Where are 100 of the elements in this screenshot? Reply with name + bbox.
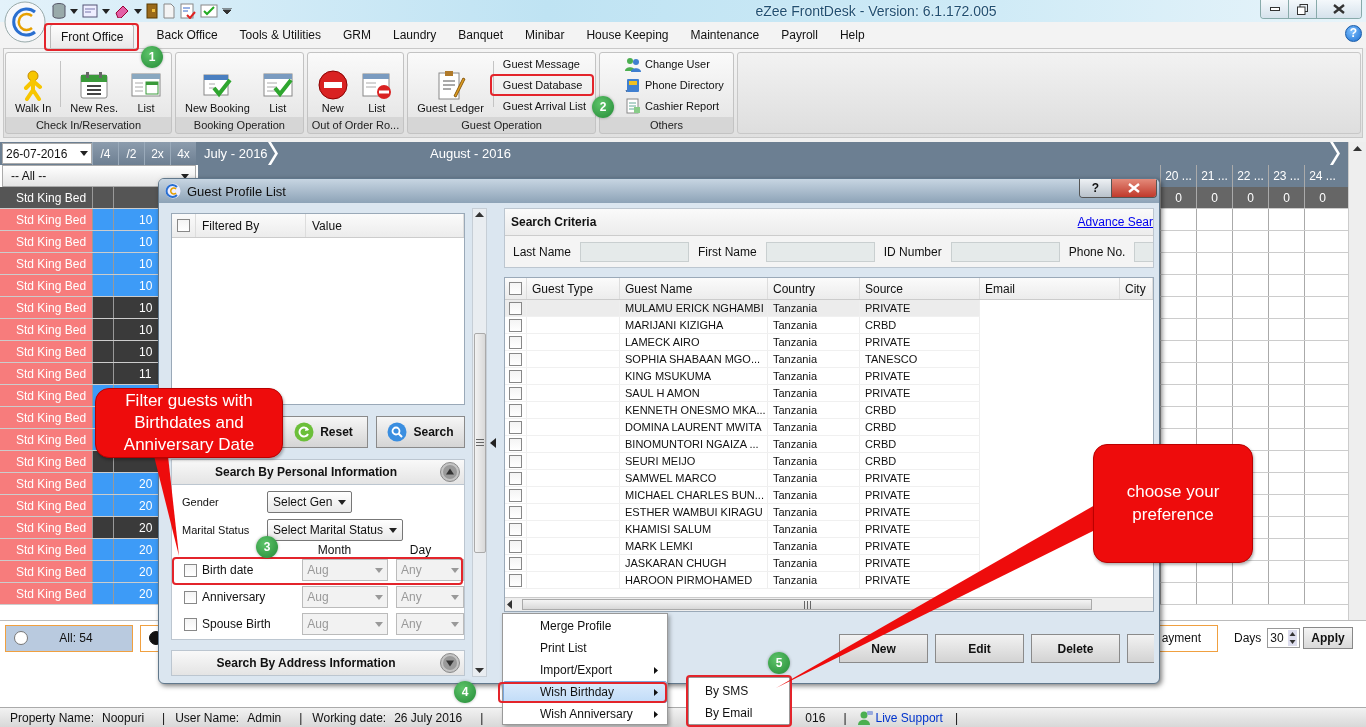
checkbox[interactable]: [509, 573, 522, 587]
table-row[interactable]: DOMINA LAURENT MWITA Tanzania CRBD: [505, 419, 980, 436]
table-row[interactable]: KENNETH ONESMO MKA... Tanzania CRBD: [505, 402, 980, 419]
app-logo[interactable]: [4, 1, 46, 43]
table-row[interactable]: MULAMU ERICK NGHAMBI Tanzania PRIVATE: [505, 300, 980, 317]
checkbox[interactable]: [177, 219, 190, 232]
menu-tab[interactable]: Banquet: [458, 28, 504, 42]
menu-tab[interactable]: Laundry: [392, 28, 437, 42]
collapse-icon[interactable]: [440, 462, 460, 482]
menu-tab[interactable]: Maintenance: [690, 28, 760, 42]
action-button[interactable]: Delete: [1031, 634, 1120, 663]
checklist-icon[interactable]: [200, 4, 218, 18]
close-button[interactable]: [1112, 179, 1156, 197]
checkbox[interactable]: [509, 352, 522, 366]
expand-icon[interactable]: [440, 653, 460, 673]
advance-search-link[interactable]: Advance Sear: [1077, 215, 1153, 229]
date-dropdown[interactable]: 26-07-2016: [2, 143, 92, 164]
menu-tab[interactable]: House Keeping: [586, 28, 669, 42]
table-row[interactable]: MARIJANI KIZIGHA Tanzania CRBD: [505, 317, 980, 334]
menu-item[interactable]: Merge Profile: [503, 615, 667, 637]
checkbox[interactable]: [509, 488, 522, 502]
scroll-thumb[interactable]: [473, 332, 486, 553]
checkbox[interactable]: [509, 403, 522, 417]
status-filter[interactable]: All: 54: [5, 624, 133, 652]
menu-tab[interactable]: Help: [839, 28, 865, 42]
menu-tab[interactable]: Minibar: [525, 28, 565, 42]
restore-button[interactable]: [1289, 0, 1317, 18]
ribbon-button[interactable]: Cashier Report: [621, 97, 723, 115]
checkbox[interactable]: [509, 505, 522, 519]
ribbon-button[interactable]: Walk In: [9, 69, 58, 115]
up-arrow-icon[interactable]: [1353, 146, 1362, 151]
checkbox[interactable]: [509, 471, 522, 485]
table-row[interactable]: KING MSUKUMA Tanzania PRIVATE: [505, 368, 980, 385]
caret-icon[interactable]: [222, 8, 232, 14]
menu-tab[interactable]: Back Office: [156, 28, 218, 42]
menu-item[interactable]: By Email: [692, 702, 786, 724]
radio-button[interactable]: [14, 631, 28, 645]
menu-item[interactable]: Wish Anniversary: [503, 703, 667, 725]
ribbon-button[interactable]: Guest Arrival List: [498, 97, 590, 115]
page-icon[interactable]: [162, 3, 176, 19]
ribbon-button[interactable]: Phone Directory: [621, 76, 728, 94]
menu-item[interactable]: Import/Export: [503, 659, 667, 681]
input-field[interactable]: [950, 241, 1060, 262]
checkbox[interactable]: [509, 454, 522, 468]
menu-tab[interactable]: Payroll: [781, 28, 818, 42]
checkbox[interactable]: [509, 369, 522, 383]
ribbon-button[interactable]: New Res.: [64, 69, 124, 115]
table-row[interactable]: KHAMISI SALUM Tanzania PRIVATE: [505, 521, 980, 538]
action-button[interactable]: Edit: [935, 634, 1024, 663]
ribbon-button[interactable]: List: [123, 69, 168, 115]
menu-item[interactable]: Print List: [503, 637, 667, 659]
search-button[interactable]: Search: [376, 416, 465, 448]
checkbox[interactable]: [509, 301, 522, 315]
menu-tab[interactable]: Tools & Utilities: [239, 28, 321, 42]
document-check-icon[interactable]: [180, 3, 196, 19]
zoom-button[interactable]: /2: [118, 142, 144, 165]
help-button[interactable]: ?: [1080, 179, 1112, 197]
checkbox[interactable]: [509, 420, 522, 434]
left-arrow-icon[interactable]: [507, 600, 512, 609]
book-icon[interactable]: [146, 3, 158, 19]
eraser-icon[interactable]: [114, 4, 130, 18]
table-row[interactable]: MARK LEMKI Tanzania PRIVATE: [505, 538, 980, 555]
scroll-thumb[interactable]: [522, 599, 1092, 610]
window-icon[interactable]: [82, 4, 98, 18]
table-row[interactable]: LAMECK AIRO Tanzania PRIVATE: [505, 334, 980, 351]
input-field[interactable]: [580, 241, 690, 262]
table-row[interactable]: SAMWEL MARCO Tanzania PRIVATE: [505, 470, 980, 487]
down-arrow-icon[interactable]: [475, 668, 485, 673]
checkbox[interactable]: [509, 282, 522, 295]
dropdown[interactable]: Select Marital Status: [267, 519, 404, 541]
ribbon-button[interactable]: Change User: [621, 55, 714, 73]
up-arrow-icon[interactable]: [475, 212, 485, 217]
close-button[interactable]: [1317, 0, 1361, 18]
ribbon-button[interactable]: Guest Message: [498, 55, 584, 73]
checkbox[interactable]: [509, 318, 522, 332]
checkbox[interactable]: [509, 335, 522, 349]
days-spinner[interactable]: 30: [1267, 628, 1301, 648]
table-row[interactable]: SOPHIA SHABAAN MGO... Tanzania TANESCO: [505, 351, 980, 368]
collapse-arrow-icon[interactable]: [490, 437, 497, 448]
apply-button[interactable]: Apply: [1303, 627, 1353, 649]
checkbox[interactable]: [509, 556, 522, 570]
menu-tab[interactable]: Front Office: [50, 24, 135, 48]
table-row[interactable]: JASKARAN CHUGH Tanzania PRIVATE: [505, 555, 980, 572]
ribbon-button[interactable]: New Booking: [178, 69, 256, 115]
table-row[interactable]: SEURI MEIJO Tanzania CRBD: [505, 453, 980, 470]
scrollbar[interactable]: [505, 597, 1153, 611]
table-row[interactable]: ESTHER WAMBUI KIRAGU Tanzania PRIVATE: [505, 504, 980, 521]
menu-item[interactable]: By SMS: [692, 680, 786, 702]
ribbon-button[interactable]: Guest Ledger: [411, 69, 490, 115]
checkbox[interactable]: [509, 386, 522, 400]
checkbox[interactable]: [509, 539, 522, 553]
minimize-button[interactable]: [1261, 0, 1289, 18]
table-row[interactable]: BINOMUNTORI NGAIZA ... Tanzania CRBD: [505, 436, 980, 453]
section-header[interactable]: Search By Address Information: [171, 650, 465, 676]
ribbon-button[interactable]: Guest Database: [498, 76, 587, 94]
menu-tab[interactable]: GRM: [342, 28, 371, 42]
scrollbar[interactable]: [1348, 142, 1366, 620]
ribbon-button[interactable]: New: [310, 69, 355, 115]
checkbox[interactable]: [509, 522, 522, 536]
room-filter-dropdown[interactable]: -- All --: [2, 165, 196, 187]
